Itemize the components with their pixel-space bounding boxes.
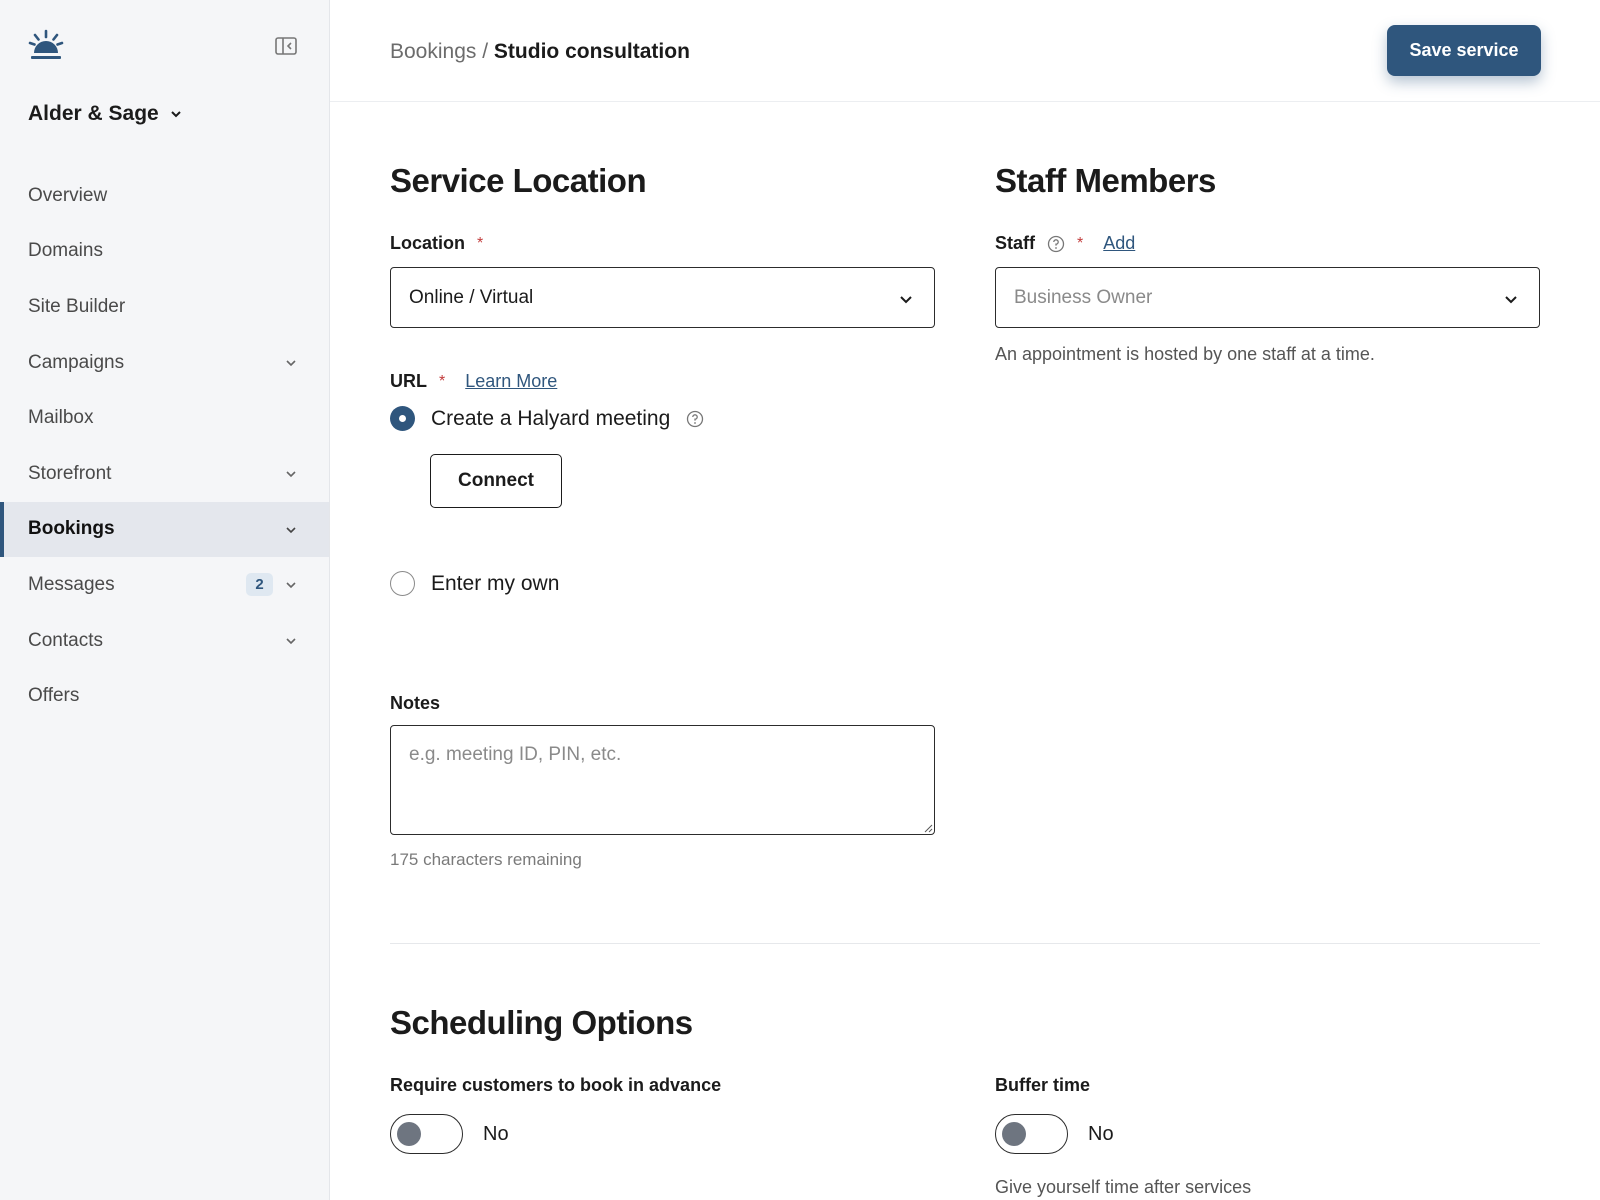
chevron-down-icon[interactable]: [284, 356, 298, 370]
buffer-time-helper-text: Give yourself time after services: [995, 1177, 1252, 1197]
help-icon[interactable]: [1047, 235, 1065, 253]
notes-label-text: Notes: [390, 693, 441, 713]
sidebar-item-label: Storefront: [28, 462, 112, 484]
save-service-button[interactable]: Save service: [1387, 25, 1541, 76]
notes-label: Notes: [390, 693, 440, 714]
app: Alder & Sage Overview Domains Site Build…: [0, 0, 1600, 1200]
required-marker: *: [477, 234, 484, 252]
sidebar-item-label: Overview: [28, 184, 108, 206]
scheduling-options-heading: Scheduling Options: [390, 1004, 693, 1041]
collapse-sidebar-icon[interactable]: [274, 36, 298, 56]
buffer-time-toggle-row: No: [995, 1114, 1114, 1154]
location-label: Location *: [390, 233, 483, 254]
sidebar-item-label: Bookings: [28, 518, 115, 540]
radio-enter-my-own[interactable]: Enter my own: [390, 571, 559, 596]
sidebar-item-overview[interactable]: Overview: [0, 168, 329, 224]
sidebar-item-messages[interactable]: Messages 2: [0, 557, 329, 613]
buffer-time-label-text: Buffer time: [995, 1075, 1091, 1095]
location-selected-value: Online / Virtual: [409, 286, 534, 308]
url-label: URL * Learn More: [390, 371, 557, 392]
advance-booking-label: Require customers to book in advance: [390, 1075, 721, 1096]
buffer-time-label: Buffer time: [995, 1075, 1090, 1096]
radio-unselected[interactable]: [390, 571, 415, 596]
notes-textarea[interactable]: [390, 725, 935, 835]
brand-name: Alder & Sage: [28, 102, 159, 125]
staff-select-placeholder: Business Owner: [1014, 286, 1153, 308]
chevron-down-icon: [900, 296, 912, 304]
staff-label-text: Staff: [995, 233, 1035, 253]
url-label-text: URL: [390, 371, 427, 391]
service-location-heading: Service Location: [390, 162, 647, 199]
account-switcher[interactable]: Alder & Sage: [28, 102, 183, 126]
required-marker: *: [1077, 234, 1084, 252]
breadcrumb-separator: /: [482, 40, 489, 63]
staff-select[interactable]: Business Owner: [995, 267, 1540, 328]
location-select[interactable]: Online / Virtual: [390, 267, 935, 328]
sidebar-item-label: Contacts: [28, 629, 103, 651]
learn-more-link[interactable]: Learn More: [465, 371, 557, 392]
sidebar-item-label: Mailbox: [28, 407, 94, 429]
required-marker: *: [439, 372, 446, 390]
sidebar-item-site-builder[interactable]: Site Builder: [0, 279, 329, 335]
staff-helper-text: An appointment is hosted by one staff at…: [995, 344, 1375, 364]
advance-booking-value: No: [483, 1122, 509, 1145]
sidebar-item-label: Campaigns: [28, 351, 125, 373]
radio-label: Create a Halyard meeting: [431, 406, 671, 430]
radio-label: Enter my own: [431, 571, 560, 595]
page-title: Studio consultation: [493, 40, 690, 63]
page-header: Bookings / Studio consultation Save serv…: [330, 0, 1600, 102]
sidebar: Alder & Sage Overview Domains Site Build…: [0, 0, 330, 1200]
sidebar-item-bookings[interactable]: Bookings: [0, 501, 329, 558]
chevron-down-icon[interactable]: [284, 467, 298, 481]
chevron-down-icon[interactable]: [284, 578, 298, 592]
chevron-down-icon[interactable]: [284, 634, 298, 648]
resize-grip-icon[interactable]: [924, 824, 933, 833]
location-label-text: Location: [390, 233, 465, 253]
sidebar-item-mailbox[interactable]: Mailbox: [0, 390, 329, 446]
sidebar-item-offers[interactable]: Offers: [0, 668, 329, 724]
sidebar-item-domains[interactable]: Domains: [0, 224, 329, 280]
sidebar-item-label: Domains: [28, 240, 103, 262]
notes-char-counter: 175 characters remaining: [390, 850, 582, 869]
radio-create-halyard-meeting[interactable]: Create a Halyard meeting: [390, 406, 704, 431]
advance-booking-toggle[interactable]: [390, 1114, 463, 1154]
toggle-knob: [1002, 1122, 1026, 1146]
sunrise-logo-icon[interactable]: [28, 28, 64, 62]
radio-selected[interactable]: [390, 406, 415, 431]
chevron-down-icon: [171, 111, 181, 118]
breadcrumb-bookings-link[interactable]: Bookings: [390, 40, 476, 63]
help-icon[interactable]: [686, 410, 704, 428]
chevron-down-icon[interactable]: [284, 523, 298, 537]
buffer-time-value: No: [1088, 1122, 1114, 1145]
sidebar-item-storefront[interactable]: Storefront: [0, 446, 329, 502]
section-divider: [390, 943, 1540, 944]
advance-booking-toggle-row: No: [390, 1114, 509, 1154]
toggle-knob: [397, 1122, 421, 1146]
advance-booking-label-text: Require customers to book in advance: [390, 1075, 722, 1095]
sidebar-item-contacts[interactable]: Contacts: [0, 613, 329, 669]
staff-label: Staff * Add: [995, 233, 1135, 254]
sidebar-item-campaigns[interactable]: Campaigns: [0, 335, 329, 391]
breadcrumb: Bookings / Studio consultation: [390, 40, 690, 64]
connect-button[interactable]: Connect: [430, 454, 562, 508]
sidebar-item-label: Offers: [28, 685, 80, 707]
sidebar-nav: Overview Domains Site Builder Campaigns …: [0, 168, 329, 724]
sidebar-item-label: Messages: [28, 573, 115, 595]
unread-count-badge: 2: [246, 573, 273, 597]
sidebar-item-label: Site Builder: [28, 295, 126, 317]
chevron-down-icon: [1505, 296, 1517, 304]
buffer-time-toggle[interactable]: [995, 1114, 1068, 1154]
add-staff-link[interactable]: Add: [1103, 233, 1135, 254]
staff-members-heading: Staff Members: [995, 162, 1216, 199]
